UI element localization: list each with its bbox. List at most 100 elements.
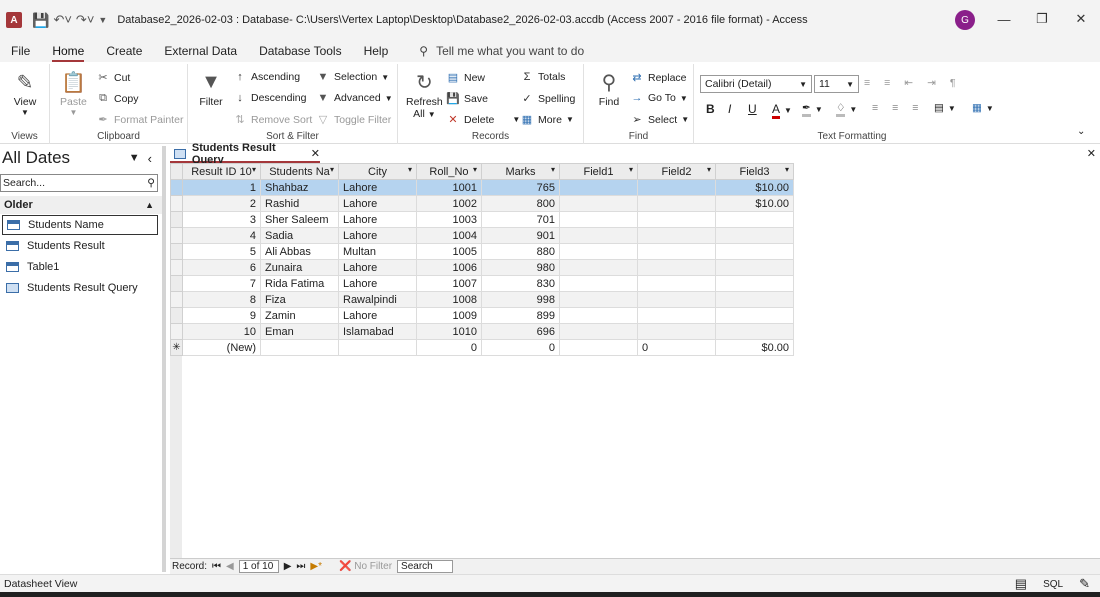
table-row[interactable]: 6 Zunaira Lahore 1006 980 [170, 259, 794, 276]
minimize-button[interactable]: — [992, 8, 1016, 30]
nav-item-students-result[interactable]: Students Result [2, 236, 158, 256]
advanced-button[interactable]: ▼ Advanced ▼ [316, 92, 393, 104]
gridlines-button[interactable]: ▦ ▼ [972, 102, 994, 114]
nav-title[interactable]: All Dates [2, 148, 70, 168]
table-cell[interactable]: 701 [481, 211, 560, 228]
cut-button[interactable]: ✂ Cut [96, 71, 130, 85]
table-row[interactable]: 8 Fiza Rawalpindi 1008 998 [170, 291, 794, 308]
row-selector[interactable] [170, 243, 183, 260]
restore-button[interactable]: ❐ [1030, 8, 1054, 30]
column-header[interactable]: Students Na ▾ [260, 163, 339, 180]
table-cell[interactable]: $10.00 [715, 195, 794, 212]
alternate-row-color-button[interactable]: ▤ ▼ [934, 102, 956, 114]
tab-help[interactable]: Help [353, 40, 400, 62]
goto-button[interactable]: → Go To ▼ [630, 92, 688, 104]
fill-color-button[interactable]: ♢ ▼ [836, 102, 857, 117]
table-cell[interactable]: Lahore [338, 211, 417, 228]
table-cell[interactable]: 880 [481, 243, 560, 260]
table-cell[interactable] [637, 259, 716, 276]
table-cell[interactable] [637, 195, 716, 212]
delete-record-button[interactable]: ✕ Delete ▼ [446, 113, 520, 127]
save-icon[interactable]: 💾 [32, 12, 49, 29]
highlight-button[interactable]: ✒ ▼ [802, 102, 823, 117]
table-row[interactable]: 5 Ali Abbas Multan 1005 880 [170, 243, 794, 260]
table-cell[interactable]: Rashid [260, 195, 339, 212]
table-cell[interactable]: 1002 [416, 195, 482, 212]
remove-sort-button[interactable]: ⇅ Remove Sort [233, 113, 312, 127]
table-cell[interactable] [559, 323, 638, 340]
current-record-field[interactable]: 1 of 10 [238, 560, 279, 573]
table-cell[interactable]: 998 [481, 291, 560, 308]
paragraph-icon[interactable]: ¶ [950, 77, 956, 89]
table-cell[interactable]: 10 [182, 323, 261, 340]
table-cell[interactable]: Lahore [338, 227, 417, 244]
table-cell[interactable] [559, 259, 638, 276]
new-record-nav-icon[interactable]: ▶* [310, 561, 322, 572]
table-cell[interactable] [559, 307, 638, 324]
align-left-icon[interactable]: ≡ [872, 102, 878, 114]
tab-create[interactable]: Create [95, 40, 153, 62]
table-cell[interactable]: 7 [182, 275, 261, 292]
table-cell[interactable]: Zamin [260, 307, 339, 324]
italic-button[interactable]: I [728, 102, 731, 116]
totals-button[interactable]: Σ Totals [520, 71, 566, 83]
column-filter-icon[interactable]: ▾ [473, 165, 477, 174]
table-cell[interactable]: $0.00 [715, 339, 794, 356]
table-cell[interactable] [559, 339, 638, 356]
row-selector[interactable] [170, 307, 183, 324]
close-document-icon[interactable]: ✕ [1087, 147, 1096, 160]
table-cell[interactable]: 1007 [416, 275, 482, 292]
bold-button[interactable]: B [706, 102, 715, 116]
tell-me-box[interactable]: ⚲ Tell me what you want to do [419, 44, 584, 58]
nav-item-table1[interactable]: Table1 [2, 257, 158, 277]
table-cell[interactable] [715, 211, 794, 228]
table-cell[interactable] [559, 227, 638, 244]
table-cell[interactable]: 1 [182, 179, 261, 196]
row-selector[interactable]: ✳ [170, 339, 183, 356]
table-row[interactable]: 9 Zamin Lahore 1009 899 [170, 307, 794, 324]
new-record-button[interactable]: ▤ New [446, 71, 485, 85]
column-filter-icon[interactable]: ▾ [330, 165, 334, 174]
row-selector[interactable] [170, 179, 183, 196]
tab-database-tools[interactable]: Database Tools [248, 40, 353, 62]
row-selector[interactable] [170, 227, 183, 244]
table-cell[interactable]: 696 [481, 323, 560, 340]
format-painter-button[interactable]: ✒ Format Painter [96, 113, 183, 127]
table-cell[interactable]: 0 [416, 339, 482, 356]
row-selector[interactable] [170, 259, 183, 276]
customize-qat-icon[interactable]: ▼ [98, 15, 107, 25]
selection-button[interactable]: ▼ Selection ▼ [316, 71, 390, 83]
sql-view-button[interactable]: SQL [1043, 579, 1063, 590]
table-cell[interactable]: 980 [481, 259, 560, 276]
table-cell[interactable] [637, 291, 716, 308]
record-search-input[interactable]: Search [397, 560, 454, 573]
column-header[interactable]: Field1 ▾ [559, 163, 638, 180]
table-cell[interactable]: Eman [260, 323, 339, 340]
font-name-combo[interactable]: Calibri (Detail) ▼ [700, 75, 812, 93]
tab-home[interactable]: Home [41, 40, 95, 62]
row-selector[interactable] [170, 275, 183, 292]
font-size-combo[interactable]: 11 ▼ [814, 75, 859, 93]
table-row[interactable]: 3 Sher Saleem Lahore 1003 701 [170, 211, 794, 228]
nav-search-input[interactable]: Search... ⚲ [0, 174, 158, 192]
collapse-ribbon-icon[interactable]: ⌄ [1077, 126, 1085, 137]
row-selector[interactable] [170, 323, 183, 340]
redo-icon[interactable]: ↷˅ [76, 12, 94, 28]
table-cell[interactable]: 0 [637, 339, 716, 356]
table-cell[interactable]: Sher Saleem [260, 211, 339, 228]
spelling-button[interactable]: ✓ Spelling [520, 92, 575, 106]
column-filter-icon[interactable]: ▾ [629, 165, 633, 174]
row-selector[interactable] [170, 211, 183, 228]
undo-icon[interactable]: ↶˅ [53, 12, 71, 28]
table-cell[interactable]: Shahbaz [260, 179, 339, 196]
nav-group-older[interactable]: Older ▲ [0, 196, 162, 214]
save-record-button[interactable]: 💾 Save [446, 92, 488, 106]
table-cell[interactable]: 9 [182, 307, 261, 324]
table-cell[interactable]: Fiza [260, 291, 339, 308]
align-right-icon[interactable]: ≡ [912, 102, 918, 114]
table-cell[interactable]: Multan [338, 243, 417, 260]
column-header[interactable]: Roll_No ▾ [416, 163, 482, 180]
toggle-filter-button[interactable]: ▽ Toggle Filter [316, 113, 391, 127]
table-cell[interactable]: 1009 [416, 307, 482, 324]
table-cell[interactable] [715, 291, 794, 308]
